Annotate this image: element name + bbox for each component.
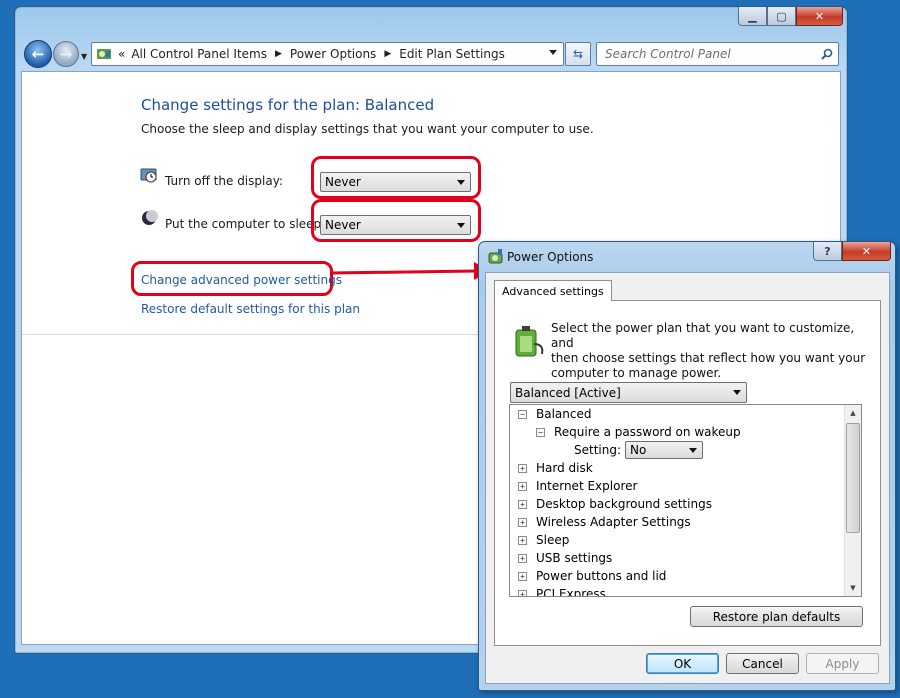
help-button[interactable]: ? bbox=[813, 242, 842, 261]
tree-item-label: Power buttons and lid bbox=[536, 569, 667, 583]
page-subtitle: Choose the sleep and display settings th… bbox=[141, 122, 594, 136]
setting-label: Setting: bbox=[574, 443, 622, 457]
forward-arrow-icon: → bbox=[59, 45, 73, 63]
chevron-down-icon bbox=[457, 180, 465, 185]
apply-button[interactable]: Apply bbox=[806, 653, 879, 674]
tree-item-label: USB settings bbox=[536, 551, 613, 565]
expand-icon[interactable]: + bbox=[518, 571, 527, 581]
tab-advanced-settings[interactable]: Advanced settings bbox=[494, 280, 612, 301]
chevron-down-icon bbox=[457, 223, 465, 228]
tree-item-power-buttons[interactable]: + Power buttons and lid bbox=[518, 567, 666, 585]
breadcrumb-edit-plan-settings[interactable]: Edit Plan Settings bbox=[399, 47, 505, 61]
display-off-select[interactable]: Never bbox=[320, 172, 471, 192]
breadcrumb-overflow[interactable]: « bbox=[118, 47, 125, 61]
address-bar[interactable]: « All Control Panel Items ▶ Power Option… bbox=[91, 42, 564, 66]
sleep-label: Put the computer to sleep: bbox=[165, 217, 326, 231]
breadcrumb-separator-icon[interactable]: ▶ bbox=[275, 49, 282, 59]
forward-button[interactable]: → bbox=[53, 41, 79, 67]
dialog-close-button[interactable]: ✕ bbox=[842, 242, 891, 261]
chevron-down-icon bbox=[733, 390, 741, 395]
breadcrumb-all-items[interactable]: All Control Panel Items bbox=[131, 47, 267, 61]
description-line: computer to manage power. bbox=[551, 366, 722, 380]
dialog-caption-buttons: ? ✕ bbox=[813, 242, 891, 262]
sleep-moon-icon bbox=[142, 210, 158, 225]
tree-scrollbar[interactable]: ▲ ▼ bbox=[844, 405, 861, 596]
sleep-select[interactable]: Never bbox=[320, 215, 471, 235]
caption-buttons: ▁ ▢ ✕ bbox=[738, 7, 843, 27]
recent-pages-dropdown-icon[interactable]: ▼ bbox=[81, 52, 87, 61]
tree-item-label: Hard disk bbox=[536, 461, 593, 475]
restore-defaults-link[interactable]: Restore default settings for this plan bbox=[141, 302, 360, 316]
dialog-title: Power Options bbox=[507, 250, 594, 264]
tree-item-label: Sleep bbox=[536, 533, 570, 547]
minimize-button[interactable]: ▁ bbox=[738, 7, 767, 26]
display-off-label: Turn off the display: bbox=[165, 174, 283, 188]
page-title: Change settings for the plan: Balanced bbox=[141, 96, 435, 114]
tree-item-label: Balanced bbox=[536, 407, 592, 421]
divider bbox=[22, 334, 492, 335]
expand-icon[interactable]: + bbox=[518, 553, 527, 563]
scroll-thumb[interactable] bbox=[846, 423, 860, 533]
control-panel-icon bbox=[97, 49, 111, 59]
tree-item-sleep[interactable]: + Sleep bbox=[518, 531, 569, 549]
cancel-button[interactable]: Cancel bbox=[726, 653, 799, 674]
tree-item-label: Internet Explorer bbox=[536, 479, 638, 493]
display-off-value: Never bbox=[325, 175, 361, 189]
expand-icon[interactable]: + bbox=[518, 481, 527, 491]
password-setting-value: No bbox=[630, 443, 647, 457]
maximize-button[interactable]: ▢ bbox=[767, 7, 796, 26]
expand-icon[interactable]: + bbox=[518, 499, 527, 509]
chevron-down-icon bbox=[689, 448, 698, 453]
tree-item-label: PCI Express bbox=[536, 587, 606, 597]
change-advanced-settings-link[interactable]: Change advanced power settings bbox=[141, 273, 342, 287]
restore-plan-defaults-button[interactable]: Restore plan defaults bbox=[690, 606, 863, 627]
power-options-dialog: Power Options ? ✕ Advanced settings Sele… bbox=[478, 241, 896, 691]
dialog-description: Select the power plan that you want to c… bbox=[551, 321, 880, 381]
tree-item-usb-settings[interactable]: + USB settings bbox=[518, 549, 612, 567]
description-line: then choose settings that reflect how yo… bbox=[551, 351, 866, 365]
scroll-up-icon[interactable]: ▲ bbox=[845, 405, 861, 421]
battery-plug-icon bbox=[515, 326, 544, 357]
tree-item-pci-express[interactable]: + PCI Express bbox=[518, 585, 606, 597]
tree-item-balanced[interactable]: − Balanced bbox=[518, 405, 591, 423]
tree-item-internet-explorer[interactable]: + Internet Explorer bbox=[518, 477, 637, 495]
refresh-icon: ⇆ bbox=[572, 47, 584, 61]
tree-item-wireless-adapter[interactable]: + Wireless Adapter Settings bbox=[518, 513, 691, 531]
power-options-icon bbox=[488, 249, 503, 264]
expand-icon[interactable]: + bbox=[518, 535, 527, 545]
close-button[interactable]: ✕ bbox=[796, 7, 843, 26]
collapse-icon[interactable]: − bbox=[536, 427, 545, 437]
plan-select[interactable]: Balanced [Active] bbox=[510, 382, 747, 403]
collapse-icon[interactable]: − bbox=[518, 409, 527, 419]
tree-item-label: Desktop background settings bbox=[536, 497, 712, 511]
back-arrow-icon: ← bbox=[31, 45, 45, 63]
tree-item-desktop-background[interactable]: + Desktop background settings bbox=[518, 495, 712, 513]
sleep-value: Never bbox=[325, 218, 361, 232]
address-dropdown-icon[interactable] bbox=[549, 50, 557, 55]
tree-item-require-password[interactable]: − Require a password on wakeup bbox=[536, 423, 741, 441]
search-box[interactable] bbox=[596, 42, 839, 66]
expand-icon[interactable]: + bbox=[518, 463, 527, 473]
settings-tree[interactable]: − Balanced − Require a password on wakeu… bbox=[509, 404, 862, 597]
password-setting-select[interactable]: No bbox=[625, 441, 704, 459]
expand-icon[interactable]: + bbox=[518, 589, 527, 596]
plan-select-value: Balanced [Active] bbox=[515, 385, 621, 400]
callout-arrow-icon bbox=[331, 262, 490, 280]
tree-item-hard-disk[interactable]: + Hard disk bbox=[518, 459, 593, 477]
expand-icon[interactable]: + bbox=[518, 517, 527, 527]
ok-button[interactable]: OK bbox=[646, 653, 719, 674]
description-line: Select the power plan that you want to c… bbox=[551, 321, 855, 350]
search-icon[interactable] bbox=[821, 48, 833, 60]
refresh-button[interactable]: ⇆ bbox=[565, 42, 591, 66]
breadcrumb-separator-icon[interactable]: ▶ bbox=[384, 49, 391, 59]
tree-item-label: Wireless Adapter Settings bbox=[536, 515, 691, 529]
back-button[interactable]: ← bbox=[24, 40, 52, 68]
tree-item-setting: Setting: No bbox=[574, 441, 704, 459]
tree-item-label: Require a password on wakeup bbox=[554, 425, 741, 439]
display-timer-icon bbox=[140, 168, 157, 183]
search-input[interactable] bbox=[603, 44, 817, 64]
scroll-down-icon[interactable]: ▼ bbox=[845, 580, 861, 596]
breadcrumb-power-options[interactable]: Power Options bbox=[290, 47, 376, 61]
